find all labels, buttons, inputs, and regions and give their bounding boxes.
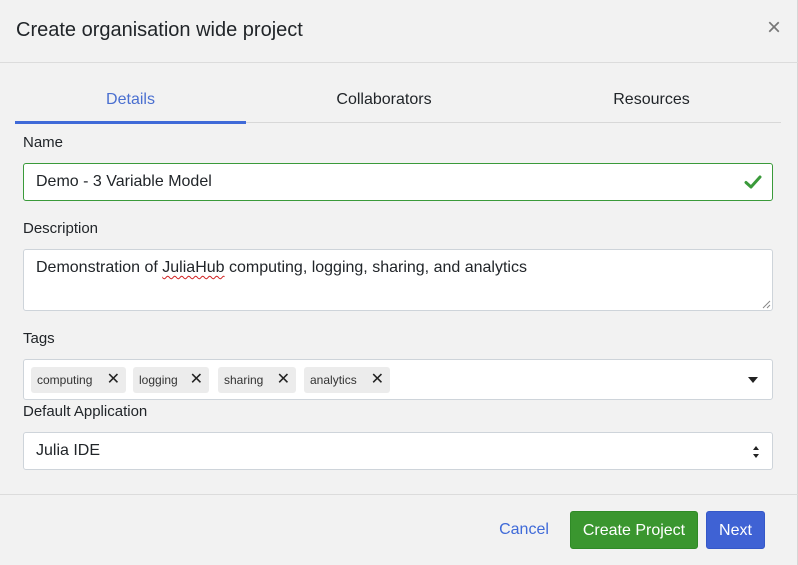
default-application-label: Default Application <box>23 403 148 420</box>
next-button[interactable]: Next <box>706 511 765 549</box>
tab-details[interactable]: Details <box>15 80 246 124</box>
tag-chip: sharing ✕ <box>218 367 296 393</box>
tab-resources[interactable]: Resources <box>560 80 743 123</box>
name-label: Name <box>23 134 64 151</box>
remove-tag-icon[interactable]: ✕ <box>371 367 384 393</box>
remove-tag-icon[interactable]: ✕ <box>190 367 203 393</box>
description-text-start: Demonstration of <box>36 259 163 276</box>
tags-label: Tags <box>23 330 55 347</box>
cancel-button[interactable]: Cancel <box>490 511 558 549</box>
remove-tag-icon[interactable]: ✕ <box>107 367 120 393</box>
default-application-value: Julia IDE <box>36 442 101 459</box>
name-input[interactable]: Demo - 3 Variable Model <box>23 163 773 201</box>
tag-chip: computing ✕ <box>31 367 126 393</box>
default-application-select[interactable]: Julia IDE <box>23 432 773 470</box>
dropdown-caret-icon[interactable] <box>748 377 758 383</box>
tag-label: analytics <box>310 373 357 387</box>
tab-bar: Details Collaborators Resources <box>15 80 781 124</box>
resize-grip-icon[interactable] <box>761 299 771 309</box>
tag-label: sharing <box>224 373 264 387</box>
misspelled-word: JuliaHub <box>162 259 225 276</box>
tag-chip: logging ✕ <box>133 367 209 393</box>
select-arrows-icon <box>753 446 759 458</box>
close-icon: × <box>766 14 781 41</box>
modal-footer: Cancel Create Project Next <box>0 494 798 565</box>
description-value: Demonstration of JuliaHub computing, log… <box>36 259 527 277</box>
description-text-end: computing, logging, sharing, and analyti… <box>224 259 527 276</box>
tag-chip: analytics ✕ <box>304 367 390 393</box>
checkmark-icon <box>744 175 762 189</box>
create-project-modal: Create organisation wide project × Detai… <box>0 0 798 565</box>
create-project-button[interactable]: Create Project <box>570 511 698 549</box>
close-button[interactable]: × <box>764 16 784 40</box>
description-label: Description <box>23 220 99 237</box>
tab-collaborators[interactable]: Collaborators <box>295 80 473 123</box>
remove-tag-icon[interactable]: ✕ <box>277 367 290 393</box>
tag-label: logging <box>139 373 178 387</box>
modal-header: Create organisation wide project × <box>0 0 798 63</box>
name-input-value: Demo - 3 Variable Model <box>36 173 212 190</box>
description-textarea[interactable]: Demonstration of JuliaHub computing, log… <box>23 249 773 311</box>
modal-title: Create organisation wide project <box>16 19 303 41</box>
tags-select[interactable]: computing ✕ logging ✕ sharing ✕ analytic… <box>23 359 773 400</box>
tag-label: computing <box>37 373 93 387</box>
